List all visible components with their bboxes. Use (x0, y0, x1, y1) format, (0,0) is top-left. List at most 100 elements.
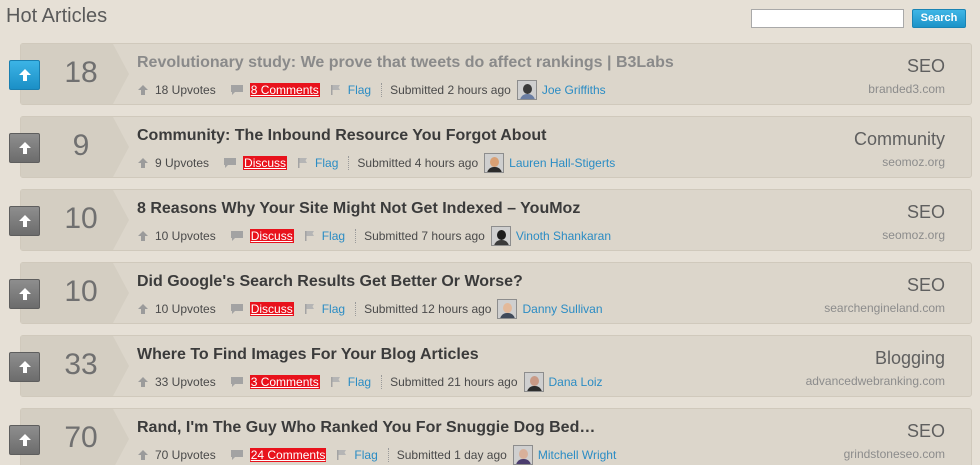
category-label[interactable]: SEO (907, 202, 945, 223)
score-panel-arrow (113, 263, 129, 323)
comment-icon (230, 84, 244, 96)
upvote-icon (137, 376, 149, 388)
comment-icon (230, 449, 244, 461)
source-domain: seomoz.org (882, 155, 945, 169)
flag-icon (330, 84, 342, 96)
source-domain: grindstoneseo.com (843, 447, 945, 461)
upvote-button[interactable] (9, 425, 40, 455)
source-domain: seomoz.org (882, 228, 945, 242)
article-title-link[interactable]: Did Google's Search Results Get Better O… (137, 273, 523, 291)
source-domain: advancedwebranking.com (805, 374, 945, 388)
upvote-button[interactable] (9, 206, 40, 236)
upvote-button[interactable] (9, 60, 40, 90)
arrow-up-icon (18, 214, 32, 228)
flag-link[interactable]: Flag (348, 83, 371, 97)
article-row: 10 8 Reasons Why Your Site Might Not Get… (9, 189, 972, 251)
upvote-count: 9 Upvotes (155, 156, 210, 170)
arrow-up-icon (18, 433, 32, 447)
comment-icon (223, 157, 237, 169)
avatar[interactable] (490, 226, 511, 246)
avatar[interactable] (497, 299, 518, 319)
article-title-link[interactable]: 8 Reasons Why Your Site Might Not Get In… (137, 200, 580, 218)
article-title-link[interactable]: Community: The Inbound Resource You Forg… (137, 127, 546, 145)
upvote-button[interactable] (9, 279, 40, 309)
avatar[interactable] (516, 80, 537, 100)
source-domain: searchengineland.com (824, 301, 945, 315)
arrow-up-icon (18, 68, 32, 82)
search-input[interactable] (751, 9, 904, 28)
article-title-link[interactable]: Rand, I'm The Guy Who Ranked You For Snu… (137, 419, 595, 437)
header: Hot Articles Search (0, 0, 980, 38)
upvote-icon (137, 230, 149, 242)
article-meta: 70 Upvotes 24 Comments Flag Submitted 1 … (137, 445, 616, 465)
category-label[interactable]: SEO (907, 421, 945, 442)
user-link[interactable]: Joe Griffiths (542, 83, 606, 97)
flag-icon (336, 449, 348, 461)
article-meta: 18 Upvotes 8 Comments Flag Submitted 2 h… (137, 80, 606, 100)
divider (381, 83, 383, 97)
article-meta: 33 Upvotes 3 Comments Flag Submitted 21 … (137, 372, 603, 392)
flag-link[interactable]: Flag (348, 375, 371, 389)
search-button[interactable]: Search (912, 9, 966, 28)
category-label[interactable]: Community (854, 129, 945, 150)
user-link[interactable]: Mitchell Wright (538, 448, 616, 462)
category-label[interactable]: Blogging (875, 348, 945, 369)
submitted-time: Submitted 12 hours ago (364, 302, 492, 316)
comment-icon (230, 376, 244, 388)
divider (355, 229, 357, 243)
comments-link[interactable]: 24 Comments (249, 448, 327, 462)
article-title-link[interactable]: Revolutionary study: We prove that tweet… (137, 54, 674, 72)
comments-link[interactable]: 3 Comments (249, 375, 320, 389)
submitted-time: Submitted 21 hours ago (390, 375, 518, 389)
upvote-count: 33 Upvotes (155, 375, 216, 389)
article-meta: 10 Upvotes Discuss Flag Submitted 12 hou… (137, 299, 603, 319)
flag-link[interactable]: Flag (354, 448, 377, 462)
comments-link[interactable]: Discuss (249, 302, 294, 316)
user-link[interactable]: Vinoth Shankaran (516, 229, 611, 243)
user-link[interactable]: Dana Loiz (549, 375, 603, 389)
comments-link[interactable]: Discuss (249, 229, 294, 243)
flag-icon (330, 376, 342, 388)
divider (387, 448, 389, 462)
upvote-count: 18 Upvotes (155, 83, 216, 97)
avatar[interactable] (523, 372, 544, 392)
user-link[interactable]: Lauren Hall-Stigerts (509, 156, 615, 170)
avatar[interactable] (512, 445, 533, 465)
score-count: 18 (64, 56, 98, 89)
upvote-button[interactable] (9, 352, 40, 382)
article-meta: 10 Upvotes Discuss Flag Submitted 7 hour… (137, 226, 611, 246)
article-row: 33 Where To Find Images For Your Blog Ar… (9, 335, 972, 397)
flag-link[interactable]: Flag (315, 156, 338, 170)
upvote-count: 10 Upvotes (155, 302, 216, 316)
upvote-count: 10 Upvotes (155, 229, 216, 243)
comment-icon (230, 230, 244, 242)
arrow-up-icon (18, 141, 32, 155)
article-row: 70 Rand, I'm The Guy Who Ranked You For … (9, 408, 972, 465)
divider (381, 375, 383, 389)
arrow-up-icon (18, 287, 32, 301)
article-row: 10 Did Google's Search Results Get Bette… (9, 262, 972, 324)
category-label[interactable]: SEO (907, 56, 945, 77)
comment-icon (230, 303, 244, 315)
comments-link[interactable]: Discuss (243, 156, 288, 170)
score-panel-arrow (113, 117, 129, 177)
flag-link[interactable]: Flag (322, 229, 345, 243)
article-title-link[interactable]: Where To Find Images For Your Blog Artic… (137, 346, 479, 364)
category-label[interactable]: SEO (907, 275, 945, 296)
score-panel-arrow (113, 336, 129, 396)
divider (348, 156, 350, 170)
submitted-time: Submitted 7 hours ago (364, 229, 485, 243)
article-row: 9 Community: The Inbound Resource You Fo… (9, 116, 972, 178)
score-panel-arrow (113, 44, 129, 104)
upvote-button[interactable] (9, 133, 40, 163)
comments-link[interactable]: 8 Comments (249, 83, 320, 97)
source-domain: branded3.com (868, 82, 945, 96)
user-link[interactable]: Danny Sullivan (522, 302, 602, 316)
flag-icon (304, 303, 316, 315)
submitted-time: Submitted 2 hours ago (390, 83, 511, 97)
score-count: 10 (64, 202, 98, 235)
avatar[interactable] (484, 153, 505, 173)
flag-link[interactable]: Flag (322, 302, 345, 316)
upvote-icon (137, 303, 149, 315)
submitted-time: Submitted 1 day ago (396, 448, 507, 462)
